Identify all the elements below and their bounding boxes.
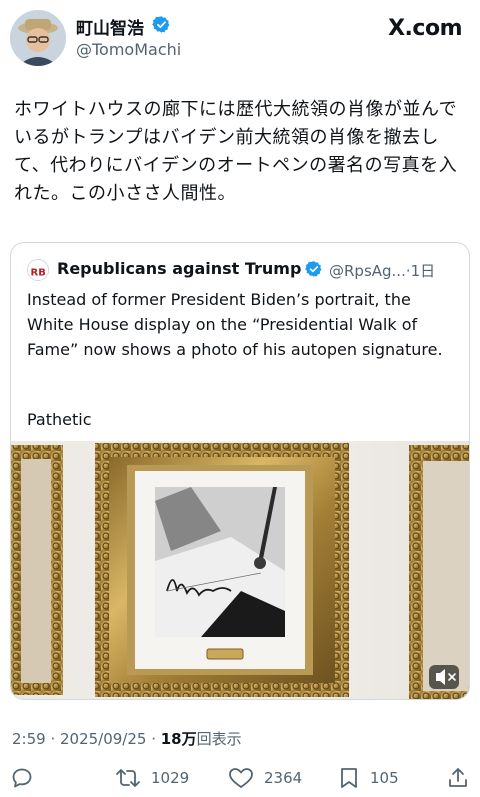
quoted-text-tail: Pathetic bbox=[27, 410, 92, 429]
reply-icon bbox=[12, 768, 32, 788]
quoted-logo-text: RB bbox=[31, 268, 46, 279]
quoted-media-photo[interactable] bbox=[11, 441, 469, 699]
post-timestamp[interactable]: 2:59 · 2025/09/25 · bbox=[12, 730, 161, 748]
quoted-handle-time[interactable]: @RpsAg...·1日 bbox=[329, 260, 435, 281]
repost-button[interactable]: 1029 bbox=[115, 764, 189, 792]
post-text: ホワイトハウスの廊下には歴代大統領の肖像が並んでいるがトランプはバイデン前大統領… bbox=[14, 99, 458, 204]
author-name[interactable]: 町山智浩 bbox=[76, 14, 144, 39]
action-bar: 1029 2364 105 bbox=[0, 760, 480, 796]
repost-icon bbox=[116, 769, 140, 787]
verified-badge-icon bbox=[305, 261, 322, 277]
views-count: 18万 bbox=[160, 730, 197, 748]
quoted-author-avatar[interactable]: RB bbox=[27, 259, 49, 281]
views-label: 回表示 bbox=[196, 730, 242, 748]
quoted-author-name[interactable]: Republicans against Trump bbox=[57, 259, 301, 278]
bookmark-count: 105 bbox=[370, 769, 399, 787]
post-meta: 2:59 · 2025/09/25 · 18万回表示 bbox=[12, 728, 242, 749]
reply-button[interactable] bbox=[10, 764, 44, 792]
quoted-post[interactable]: RB Republicans against Trump @RpsAg...·1… bbox=[10, 242, 470, 700]
quoted-handle: @RpsAg... bbox=[329, 262, 406, 280]
like-button[interactable]: 2364 bbox=[228, 764, 302, 792]
bookmark-button[interactable]: 105 bbox=[338, 764, 399, 792]
heart-icon bbox=[229, 768, 253, 788]
author-handle[interactable]: @TomoMachi bbox=[76, 40, 181, 59]
author-avatar[interactable] bbox=[10, 10, 66, 66]
brand-logo: X.com bbox=[388, 16, 462, 41]
post-header: 町山智浩 @TomoMachi X.com bbox=[0, 0, 480, 80]
quoted-text: Instead of former President Biden’s port… bbox=[27, 290, 443, 359]
verified-badge-icon bbox=[152, 16, 170, 33]
like-count: 2364 bbox=[264, 769, 303, 787]
share-button[interactable] bbox=[446, 764, 470, 792]
bookmark-icon bbox=[341, 768, 357, 788]
quoted-time: ·1日 bbox=[405, 262, 436, 280]
repost-count: 1029 bbox=[151, 769, 190, 787]
share-icon bbox=[449, 768, 467, 787]
